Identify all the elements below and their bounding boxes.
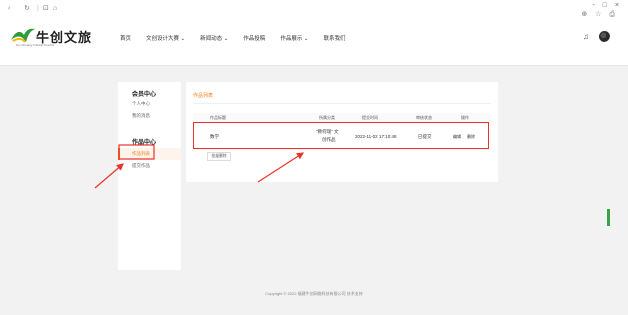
- bulk-delete-button[interactable]: 批量删除: [207, 152, 231, 161]
- scrollbar-thumb[interactable]: [607, 209, 610, 226]
- browser-toolbar: ‹ ↻ | ⊡ ⌂ - □ × ⊕ ☆ ⎙: [0, 0, 628, 18]
- main-nav: 首页 文创设计大赛 ⌄ 新闻动态 ⌄ 作品投稿 作品展示 ⌄ 联系我们: [120, 34, 360, 42]
- column-header-title: 作品标题: [210, 115, 226, 120]
- nav-submit-work[interactable]: 作品投稿: [243, 34, 265, 42]
- column-header-status: 审核状态: [416, 115, 432, 120]
- divider: [193, 103, 491, 104]
- tab-icon[interactable]: ⊡: [43, 4, 49, 14]
- home-icon[interactable]: ⌂: [53, 4, 57, 14]
- column-header-category: 所属分类: [319, 115, 335, 120]
- logo-mark-icon: [11, 28, 35, 43]
- annotation-highlight-box: [193, 122, 489, 149]
- sidebar-section-member-center: 会员中心: [132, 92, 157, 98]
- avatar[interactable]: [599, 31, 610, 42]
- refresh-icon[interactable]: ↻: [24, 4, 30, 14]
- column-header-submitted: 提交时间: [362, 115, 378, 120]
- site-logo[interactable]: 牛创文旅 Niu Chuang Cultural Tourism: [10, 26, 91, 52]
- sidebar-item-submit-work[interactable]: 提交作品: [132, 163, 150, 169]
- sidebar-item-messages[interactable]: 我的消息: [132, 113, 150, 119]
- window-controls[interactable]: - □ ×: [592, 2, 622, 9]
- member-sidebar: 会员中心 个人中心 我的消息 作品中心 作品列表 提交作品: [118, 82, 181, 270]
- nav-design-contest[interactable]: 文创设计大赛 ⌄: [146, 34, 185, 42]
- nav-showcase[interactable]: 作品展示 ⌄: [280, 34, 308, 42]
- nav-home[interactable]: 首页: [120, 34, 131, 42]
- column-header-actions: 操作: [461, 115, 469, 120]
- sidebar-item-works-list[interactable]: 作品列表: [118, 148, 181, 160]
- back-icon[interactable]: ‹: [8, 4, 10, 14]
- sidebar-section-works-center: 作品中心: [132, 140, 157, 146]
- nav-contact[interactable]: 联系我们: [323, 34, 345, 42]
- site-header: 牛创文旅 Niu Chuang Cultural Tourism 首页 文创设计…: [0, 18, 628, 66]
- panel-title: 作品列表: [193, 93, 214, 99]
- footer-copyright: Copyright © 2022 福建牛创网络科技有限公司 技术支持: [265, 291, 363, 296]
- divider: |: [37, 5, 39, 12]
- header-actions: ♫: [583, 31, 610, 42]
- sidebar-item-label: 作品列表: [132, 151, 150, 156]
- nav-news[interactable]: 新闻动态 ⌄: [200, 34, 228, 42]
- logo-subtitle: Niu Chuang Cultural Tourism: [16, 43, 55, 47]
- sidebar-item-profile[interactable]: 个人中心: [132, 101, 150, 107]
- bell-icon[interactable]: ♫: [583, 32, 589, 41]
